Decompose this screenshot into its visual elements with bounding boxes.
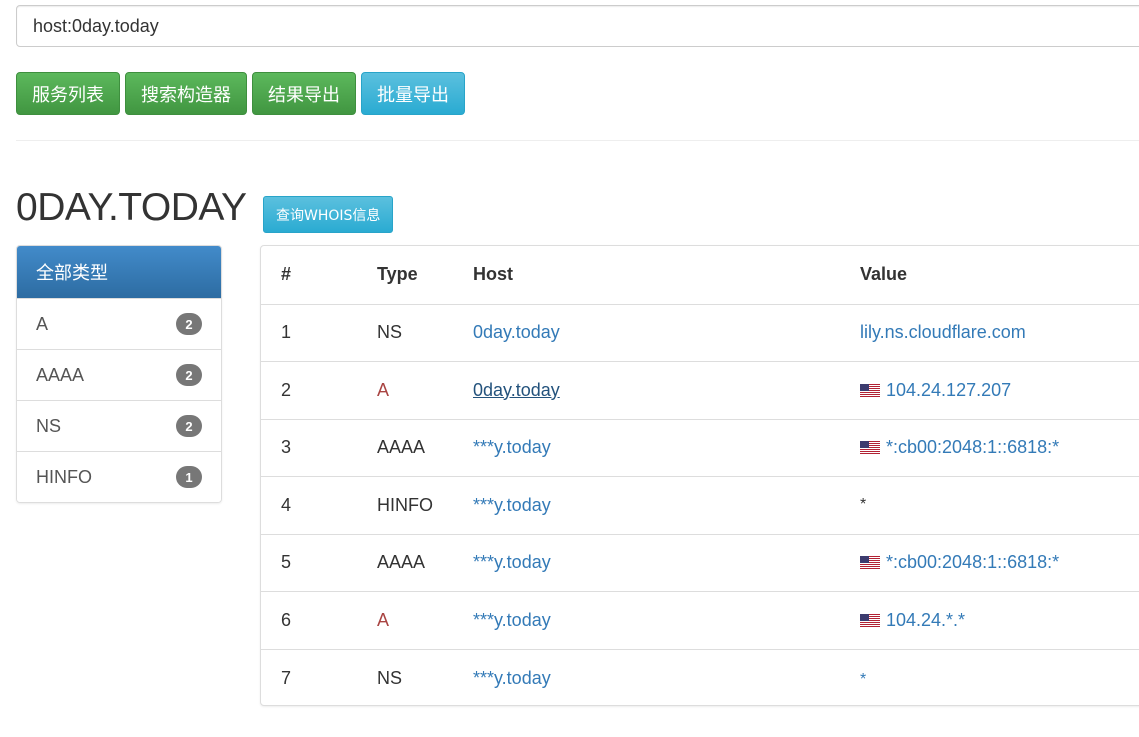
value-link[interactable]: 104.24.127.207 [886,380,1011,400]
row-number: 4 [261,476,377,534]
sidebar-item-label: 全部类型 [36,263,108,284]
table-row: 5 AAAA ***y.today *:cb00:2048:1::6818:* [261,533,1139,592]
table-row: 1 NS 0day.today lily.ns.cloudflare.com [261,303,1139,362]
record-type: A [377,591,473,649]
table-row: 7 NS ***y.today * [261,648,1139,707]
host-link[interactable]: ***y.today [473,668,551,688]
service-list-button[interactable]: 服务列表 [16,72,120,115]
us-flag-icon [860,381,880,397]
host-link[interactable]: ***y.today [473,552,551,572]
value-link[interactable]: * [860,671,866,688]
host-link[interactable]: ***y.today [473,495,551,515]
search-builder-button[interactable]: 搜索构造器 [125,72,247,115]
table-row: 3 AAAA ***y.today *:cb00:2048:1::6818:* [261,418,1139,477]
host-link[interactable]: 0day.today [473,322,560,342]
dns-records-panel: # Type Host Value 1 NS 0day.today lily.n… [260,245,1139,707]
value-link[interactable]: *:cb00:2048:1::6818:* [886,552,1059,572]
us-flag-icon [860,553,880,570]
table-header-row: # Type Host Value [261,246,1139,304]
page-title: 0DAY.TODAY [16,186,247,229]
type-filter-sidebar: 全部类型 A 2 AAAA 2 NS 2 HINFO 1 [16,245,222,503]
row-number: 1 [261,303,377,362]
record-type: NS [377,648,473,707]
action-button-row: 服务列表 搜索构造器 结果导出 批量导出 [16,72,465,115]
sidebar-item-hinfo[interactable]: HINFO 1 [17,451,221,502]
batch-export-button[interactable]: 批量导出 [361,72,465,115]
sidebar-item-label: A [36,313,49,334]
table-row: 2 A 0day.today 104.24.127.207 [261,361,1139,419]
sidebar-item-all-types[interactable]: 全部类型 [17,246,221,298]
row-number: 2 [261,361,377,419]
sidebar-item-aaaa[interactable]: AAAA 2 [17,349,221,400]
sidebar-item-label: AAAA [36,364,85,385]
count-badge: 2 [176,415,202,437]
record-type: AAAA [377,418,473,477]
value-link[interactable]: lily.ns.cloudflare.com [860,322,1026,342]
sidebar-item-label: NS [36,415,62,436]
record-type: A [377,361,473,419]
dns-records-table: # Type Host Value 1 NS 0day.today lily.n… [261,246,1139,707]
record-type: AAAA [377,533,473,592]
host-link[interactable]: ***y.today [473,437,551,457]
us-flag-icon [860,438,880,455]
value-link[interactable]: 104.24.*.* [886,610,965,630]
value-link[interactable]: *:cb00:2048:1::6818:* [886,437,1059,457]
export-results-button[interactable]: 结果导出 [252,72,356,115]
search-input[interactable] [16,5,1139,47]
divider [16,140,1139,141]
table-row: 6 A ***y.today 104.24.*.* [261,591,1139,649]
record-type: NS [377,303,473,362]
sidebar-item-label: HINFO [36,466,92,487]
row-number: 5 [261,533,377,592]
whois-button[interactable]: 查询WHOIS信息 [263,196,394,233]
column-header-number: # [281,264,292,285]
sidebar-item-ns[interactable]: NS 2 [17,400,221,451]
row-number: 6 [261,591,377,649]
record-type: HINFO [377,476,473,534]
us-flag-icon [860,611,880,627]
count-badge: 1 [176,466,202,488]
host-link[interactable]: 0day.today [473,380,560,400]
record-value: * [860,476,1139,534]
row-number: 7 [261,648,377,707]
column-header-value: Value [860,264,908,285]
column-header-type: Type [377,264,418,285]
count-badge: 2 [176,364,202,386]
count-badge: 2 [176,313,202,335]
host-link[interactable]: ***y.today [473,610,551,630]
sidebar-item-a[interactable]: A 2 [17,298,221,349]
column-header-host: Host [473,264,513,285]
row-number: 3 [261,418,377,477]
table-row: 4 HINFO ***y.today * [261,476,1139,534]
